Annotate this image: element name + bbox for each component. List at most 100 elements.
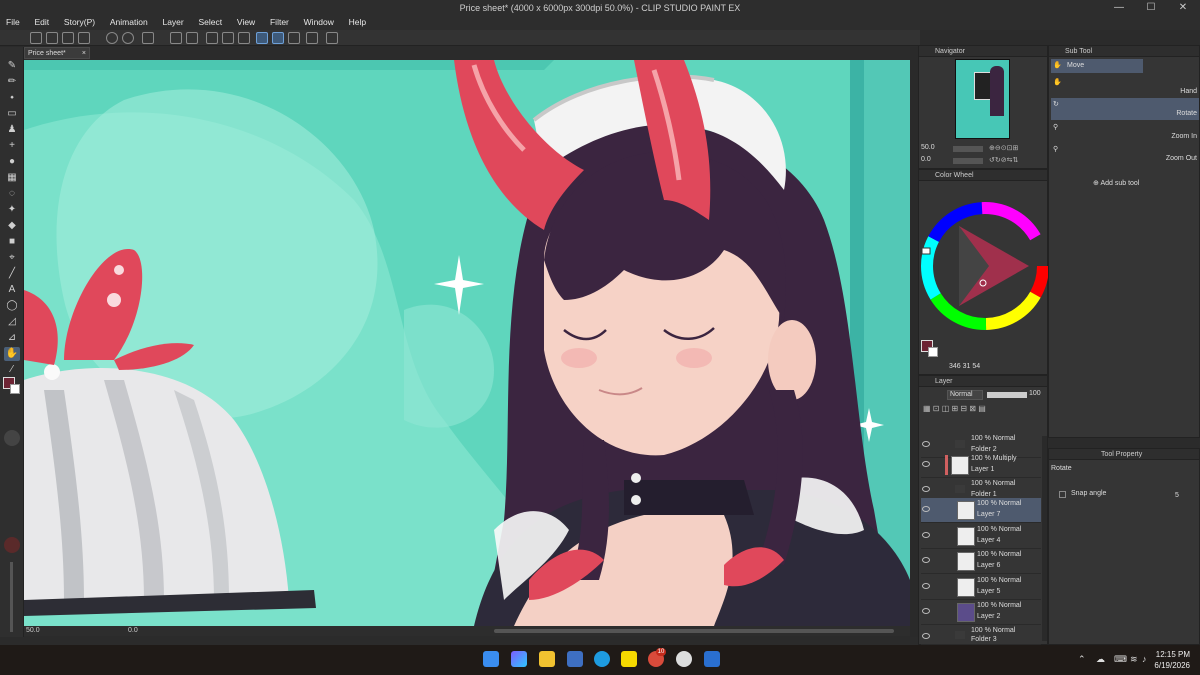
balloon-icon[interactable]: ◯ (4, 299, 20, 313)
eye-icon[interactable] (922, 461, 930, 467)
clear-icon[interactable] (142, 32, 154, 44)
eye-icon[interactable] (922, 583, 930, 589)
eye-icon[interactable] (922, 633, 930, 639)
new-icon[interactable] (30, 32, 42, 44)
language-icon[interactable]: ⌨ (1114, 654, 1127, 665)
layer-tools-icon[interactable]: ▦ ⊡ ◫ ⊞ ⊟ ⊠ ▤ (923, 404, 1043, 416)
layer-row[interactable]: 100 % Normal Layer 4 (921, 524, 1041, 549)
canvas[interactable] (24, 60, 910, 626)
layer-row[interactable]: 100 % Normal Layer 2 (921, 600, 1041, 625)
sub-color-chip[interactable] (928, 347, 938, 357)
eye-icon[interactable] (922, 441, 930, 447)
eyedropper-icon[interactable]: ⌖ (4, 251, 20, 265)
fill-icon[interactable] (170, 32, 182, 44)
eye-icon[interactable] (922, 608, 930, 614)
hand-tool-icon[interactable]: ✋ (4, 347, 20, 361)
canvas-vertical-scrollbar[interactable] (910, 47, 918, 637)
pencil-icon[interactable]: ✏ (4, 75, 20, 89)
menu-file[interactable]: File (0, 16, 26, 28)
snap-angle-checkbox[interactable] (1059, 491, 1066, 498)
frame-border-icon[interactable]: ◿ (4, 315, 20, 329)
sub-tool-hand[interactable]: ✋ Hand (1051, 76, 1199, 98)
navigator-zoom[interactable]: 50.0 (921, 144, 935, 151)
layer-row[interactable]: 100 % Multiply Layer 1 (921, 453, 1041, 478)
operation-icon[interactable]: + (4, 139, 20, 153)
undo-icon[interactable] (106, 32, 118, 44)
layer-row[interactable]: 100 % Normal Folder 3 (921, 625, 1041, 645)
blend-mode-select[interactable]: Normal (947, 390, 983, 400)
navigator-thumbnail[interactable] (955, 59, 1010, 139)
fill-bucket-icon[interactable]: ◆ (4, 219, 20, 233)
copilot-icon[interactable] (511, 651, 527, 667)
pen-icon[interactable]: ✎ (4, 59, 20, 73)
menu-window[interactable]: Window (298, 16, 340, 28)
maximize-button[interactable]: ☐ (1136, 1, 1166, 15)
save-icon[interactable] (62, 32, 74, 44)
layer-row-selected[interactable]: 100 % Normal Layer 7 (921, 498, 1041, 523)
clip-studio-paint-icon[interactable] (676, 651, 692, 667)
invert-selection-icon[interactable] (222, 32, 234, 44)
windows-start-icon[interactable] (483, 651, 499, 667)
sub-color-swatch[interactable] (10, 384, 20, 394)
clock-date[interactable]: 6/19/2026 (1150, 661, 1190, 670)
chevron-up-icon[interactable]: ⌃ (1078, 654, 1086, 665)
clip-studio-icon[interactable] (306, 32, 318, 44)
opacity-value[interactable]: 100 (1029, 390, 1041, 397)
layer-row[interactable]: 100 % Normal Layer 6 (921, 549, 1041, 574)
menu-select[interactable]: Select (193, 16, 229, 28)
minimize-button[interactable]: — (1104, 1, 1134, 15)
gradient-icon[interactable]: ■ (4, 235, 20, 249)
figure-icon[interactable]: ▦ (4, 171, 20, 185)
layer-scrollbar[interactable] (1042, 436, 1047, 641)
canvas-horizontal-scrollbar[interactable] (494, 629, 894, 633)
export-icon[interactable] (78, 32, 90, 44)
store-icon[interactable] (567, 651, 583, 667)
color-wheel[interactable] (919, 198, 1049, 338)
menu-story[interactable]: Story(P) (58, 16, 101, 28)
canvas-tab[interactable]: Price sheet* × (24, 47, 90, 59)
snap-special-ruler-icon[interactable] (272, 32, 284, 44)
snap-grid-icon[interactable] (288, 32, 300, 44)
menu-layer[interactable]: Layer (156, 16, 189, 28)
size-slider[interactable] (10, 562, 13, 632)
transform-icon[interactable] (186, 32, 198, 44)
menu-animation[interactable]: Animation (104, 16, 154, 28)
app-icon[interactable] (704, 651, 720, 667)
add-sub-tool-button[interactable]: ⊕ Add sub tool (1093, 179, 1139, 187)
line-icon[interactable]: ╱ (4, 267, 20, 281)
color-preview[interactable] (4, 537, 20, 553)
sticky-notes-icon[interactable] (621, 651, 637, 667)
close-button[interactable]: ✕ (1168, 1, 1198, 15)
eraser-icon[interactable]: ▭ (4, 107, 20, 121)
clock-time[interactable]: 12:15 PM (1150, 650, 1190, 659)
eye-icon[interactable] (922, 532, 930, 538)
rotation-slider[interactable] (953, 158, 983, 164)
sub-tool-move[interactable]: ✋ Move (1051, 59, 1143, 73)
text-icon[interactable]: A (4, 283, 20, 297)
canvas-zoom-value[interactable]: 50.0 (26, 627, 40, 634)
eyedropper-icon[interactable]: ⁄ (4, 363, 20, 377)
opacity-slider[interactable] (987, 392, 1027, 398)
zoom-buttons-icon[interactable]: ⊕⊖⊙⊡⊞ (989, 144, 1045, 152)
sub-tool-zoom-out[interactable]: ⚲ Zoom Out (1051, 143, 1199, 165)
navigator-rotation[interactable]: 0.0 (921, 156, 931, 163)
eye-icon[interactable] (922, 506, 930, 512)
eye-icon[interactable] (922, 557, 930, 563)
layer-row[interactable]: 100 % Normal Layer 5 (921, 575, 1041, 600)
sub-tool-rotate[interactable]: ↻ Rotate (1051, 98, 1199, 120)
snap-ruler-icon[interactable] (256, 32, 268, 44)
brush-size-preview[interactable] (4, 430, 20, 446)
menu-edit[interactable]: Edit (28, 16, 55, 28)
deselect-icon[interactable] (206, 32, 218, 44)
open-icon[interactable] (46, 32, 58, 44)
rotate-buttons-icon[interactable]: ↺↻⊘⇆⇅ (989, 156, 1045, 164)
volume-icon[interactable]: ♪ (1142, 654, 1147, 664)
decoration-icon[interactable]: ♟ (4, 123, 20, 137)
snap-angle-value[interactable]: 5 (1175, 492, 1179, 499)
canvas-tab-close[interactable]: × (82, 48, 86, 59)
eye-icon[interactable] (922, 486, 930, 492)
menu-view[interactable]: View (231, 16, 261, 28)
cloud-icon[interactable]: ☁ (1096, 654, 1105, 665)
ruler-icon[interactable]: ⊿ (4, 331, 20, 345)
show-selection-icon[interactable] (238, 32, 250, 44)
